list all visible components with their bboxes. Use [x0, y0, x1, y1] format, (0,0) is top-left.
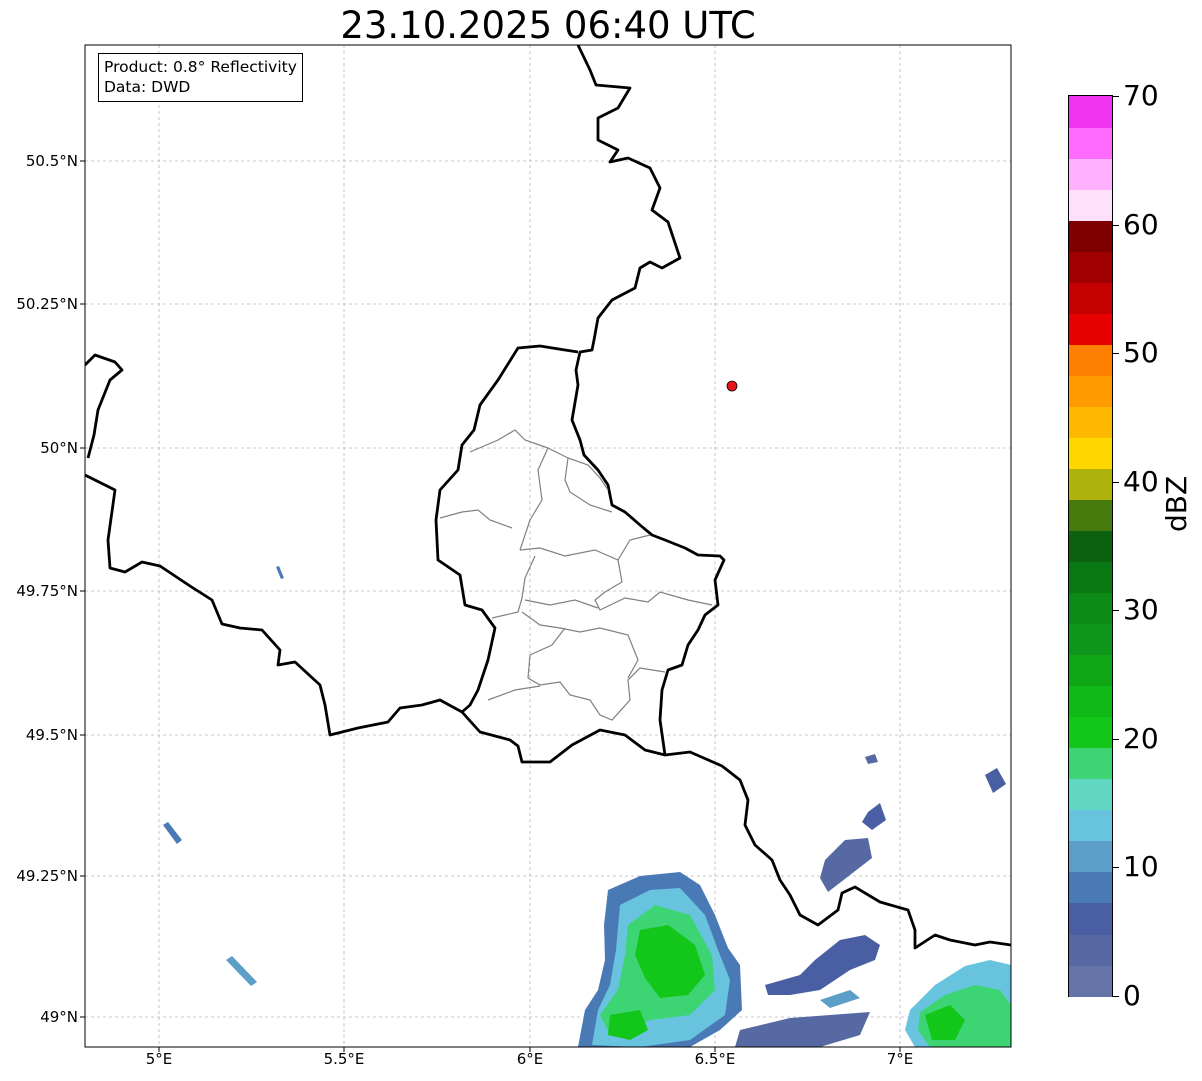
- colorbar-tick-label: 10: [1123, 850, 1159, 883]
- colorbar-segment: [1069, 623, 1112, 656]
- colorbar-segment: [1069, 530, 1112, 563]
- colorbar-segment: [1069, 375, 1112, 407]
- colorbar-tick-label: 70: [1123, 79, 1159, 112]
- colorbar-segment: [1069, 127, 1112, 159]
- product-label: Product: 0.8° Reflectivity: [104, 58, 297, 76]
- product-info-box: Product: 0.8° Reflectivity Data: DWD: [98, 53, 303, 102]
- lat-tick-label: 49.25°N: [16, 867, 78, 885]
- colorbar-tick-mark: [1112, 867, 1119, 868]
- colorbar-segment: [1069, 933, 1112, 966]
- colorbar-segment: [1069, 96, 1112, 128]
- colorbar-segment: [1069, 964, 1112, 997]
- colorbar-segment: [1069, 716, 1112, 749]
- radar-site-marker: [726, 380, 738, 392]
- colorbar-tick-label: 20: [1123, 722, 1159, 755]
- lon-tick-label: 6.5°E: [694, 1050, 736, 1068]
- lat-tick-label: 50.5°N: [25, 152, 78, 170]
- colorbar-segment: [1069, 189, 1112, 221]
- colorbar-segment: [1069, 468, 1112, 501]
- colorbar-segment: [1069, 871, 1112, 904]
- colorbar: [1068, 95, 1113, 997]
- colorbar-tick-label: 30: [1123, 593, 1159, 626]
- colorbar-tick-mark: [1112, 225, 1119, 226]
- lat-tick-label: 49.5°N: [25, 726, 78, 744]
- colorbar-tick-label: 40: [1123, 465, 1159, 498]
- radar-echoes: [163, 566, 1011, 1047]
- colorbar-segment: [1069, 747, 1112, 780]
- lat-tick-label: 49.75°N: [16, 582, 78, 600]
- colorbar-tick-label: 0: [1123, 979, 1141, 1012]
- colorbar-segment: [1069, 220, 1112, 252]
- colorbar-segment: [1069, 158, 1112, 190]
- colorbar-tick-mark: [1112, 996, 1119, 997]
- radar-map: [80, 44, 1012, 1052]
- colorbar-segment: [1069, 561, 1112, 594]
- lon-tick-label: 5.5°E: [323, 1050, 365, 1068]
- lon-tick-label: 5°E: [145, 1050, 173, 1068]
- colorbar-tick-mark: [1112, 610, 1119, 611]
- colorbar-segment: [1069, 592, 1112, 625]
- data-source-label: Data: DWD: [104, 78, 191, 96]
- colorbar-segment: [1069, 685, 1112, 718]
- colorbar-segment: [1069, 778, 1112, 811]
- colorbar-segment: [1069, 654, 1112, 687]
- colorbar-segment: [1069, 902, 1112, 935]
- colorbar-segment: [1069, 437, 1112, 469]
- colorbar-segment: [1069, 406, 1112, 438]
- colorbar-unit-label: dBZ: [1160, 475, 1193, 532]
- colorbar-tick-mark: [1112, 353, 1119, 354]
- axis-ticks: [80, 160, 901, 1052]
- lon-tick-label: 6°E: [516, 1050, 544, 1068]
- colorbar-tick-label: 60: [1123, 208, 1159, 241]
- lon-tick-label: 7°E: [886, 1050, 914, 1068]
- colorbar-tick-label: 50: [1123, 336, 1159, 369]
- district-boundaries: [439, 429, 713, 721]
- lat-tick-label: 50.25°N: [16, 295, 78, 313]
- colorbar-tick-mark: [1112, 96, 1119, 97]
- colorbar-tick-mark: [1112, 482, 1119, 483]
- lat-tick-label: 49°N: [40, 1008, 78, 1026]
- colorbar-segment: [1069, 809, 1112, 842]
- colorbar-segment: [1069, 282, 1112, 314]
- colorbar-segment: [1069, 313, 1112, 345]
- colorbar-segment: [1069, 251, 1112, 283]
- colorbar-segment: [1069, 344, 1112, 376]
- colorbar-segment: [1069, 840, 1112, 873]
- colorbar-segment: [1069, 499, 1112, 532]
- lat-tick-label: 50°N: [40, 439, 78, 457]
- colorbar-tick-mark: [1112, 739, 1119, 740]
